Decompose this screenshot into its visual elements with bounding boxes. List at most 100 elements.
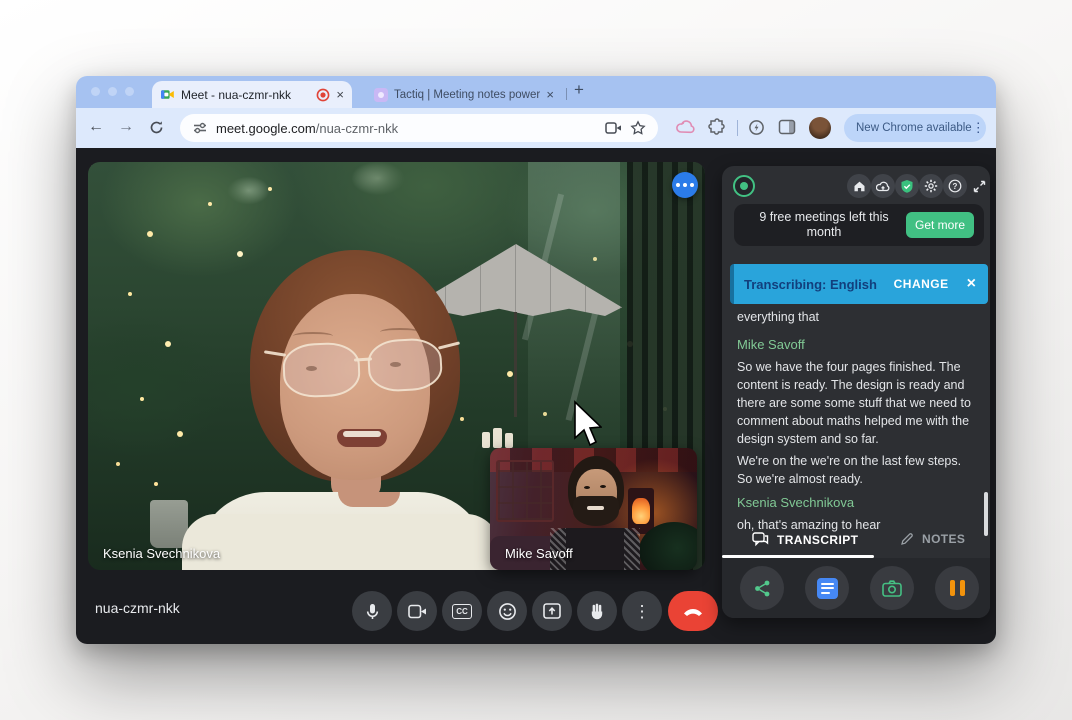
window-close-button[interactable]: [91, 87, 100, 96]
pip-participant-name: Mike Savoff: [505, 546, 573, 561]
transcript-partial-line: everything that: [737, 308, 971, 326]
svg-text:?: ?: [953, 182, 958, 191]
shirt-collar: [338, 492, 400, 507]
get-more-button[interactable]: Get more: [906, 212, 974, 238]
mouse-cursor: [572, 400, 602, 448]
tactiq-logo-icon: [733, 175, 755, 197]
umbrella-pole: [514, 312, 517, 417]
transcript-speaker: Mike Savoff: [737, 336, 971, 354]
tab-tactiq-close-icon[interactable]: ×: [546, 88, 554, 101]
bookmark-star-icon[interactable]: [630, 120, 646, 136]
eye: [584, 486, 590, 489]
glasses-left-lens: [282, 342, 361, 399]
mouth: [337, 429, 387, 447]
extension-cloud-icon[interactable]: [676, 119, 695, 135]
address-bar[interactable]: meet.google.com/nua-czmr-nkk: [180, 114, 658, 142]
extensions-puzzle-icon[interactable]: [708, 118, 726, 136]
mic-button[interactable]: [352, 591, 392, 631]
main-participant-name: Ksenia Svechnikova: [103, 546, 220, 561]
tactiq-panel: ? 9 free meetings left this month Get mo…: [722, 166, 990, 618]
screenshot-button[interactable]: [870, 566, 914, 610]
eyebrow: [380, 328, 420, 336]
desktop: Meet - nua-czmr-nkk × Tactiq | Meeting n…: [0, 0, 1072, 720]
help-button[interactable]: ?: [943, 174, 967, 198]
privacy-shield-button[interactable]: [895, 174, 919, 198]
eye: [600, 485, 606, 488]
more-options-button[interactable]: ⋮: [622, 591, 662, 631]
candle: [482, 432, 490, 448]
meeting-code: nua-czmr-nkk: [95, 600, 180, 616]
transcribing-label: Transcribing: English: [744, 277, 894, 292]
tab-transcript-label: TRANSCRIPT: [777, 533, 858, 547]
transcript-paragraph: We're on the we're on the last few steps…: [737, 452, 971, 488]
recording-indicator-icon: [316, 88, 330, 102]
performance-icon[interactable]: [748, 119, 765, 136]
tab-meet[interactable]: Meet - nua-czmr-nkk ×: [152, 81, 352, 108]
reload-button[interactable]: [148, 119, 165, 136]
glasses-right-lens: [367, 337, 444, 393]
browser-window: Meet - nua-czmr-nkk × Tactiq | Meeting n…: [76, 76, 996, 644]
transcript-chat-icon: [752, 532, 769, 547]
camera-in-use-icon[interactable]: [605, 121, 622, 135]
string-lights: [88, 162, 92, 166]
browser-toolbar: ← → meet.google.com/nua-czmr-nkk: [76, 108, 996, 148]
cloud-upload-button[interactable]: [871, 174, 895, 198]
quota-banner: 9 free meetings left this month Get more: [734, 204, 984, 246]
tab-strip: Meet - nua-czmr-nkk × Tactiq | Meeting n…: [76, 76, 996, 108]
tab-notes-label: NOTES: [922, 532, 965, 546]
export-to-docs-button[interactable]: [805, 566, 849, 610]
tactiq-tab-icon: [374, 88, 388, 102]
meet-page: Ksenia Svechnikova: [76, 148, 996, 644]
new-tab-button[interactable]: +: [574, 80, 584, 100]
side-panel-icon[interactable]: [778, 119, 796, 135]
eye: [306, 366, 317, 371]
banner-close-icon[interactable]: ×: [967, 276, 976, 292]
settings-gear-button[interactable]: [919, 174, 943, 198]
end-call-button[interactable]: [668, 591, 718, 631]
update-chrome-button[interactable]: New Chrome available ⋮: [844, 114, 986, 142]
meet-icon: [160, 87, 175, 102]
tab-meet-close-icon[interactable]: ×: [336, 88, 344, 101]
pip-video-tile[interactable]: Mike Savoff: [490, 448, 697, 570]
chrome-menu-icon[interactable]: ⋮: [972, 120, 985, 136]
tactiq-action-bar: [722, 558, 990, 618]
chat-bubble-button[interactable]: [672, 172, 698, 198]
present-button[interactable]: [532, 591, 572, 631]
tab-notes[interactable]: NOTES: [900, 532, 965, 546]
url-text: meet.google.com/nua-czmr-nkk: [216, 121, 398, 136]
transcript-paragraph: So we have the four pages finished. The …: [737, 358, 971, 448]
camera-button[interactable]: [397, 591, 437, 631]
captions-button[interactable]: CC: [442, 591, 482, 631]
eye: [390, 362, 401, 367]
tab-divider: [566, 88, 567, 100]
candle: [505, 433, 513, 448]
transcribing-banner: Transcribing: English CHANGE ×: [730, 264, 988, 304]
quota-text: 9 free meetings left this month: [748, 210, 900, 240]
window-zoom-button[interactable]: [125, 87, 134, 96]
tab-tactiq[interactable]: Tactiq | Meeting notes power ×: [366, 81, 562, 108]
transcript-scrollbar[interactable]: [984, 492, 988, 536]
reactions-button[interactable]: [487, 591, 527, 631]
tab-transcript[interactable]: TRANSCRIPT: [752, 532, 858, 547]
tab-meet-title: Meet - nua-czmr-nkk: [181, 88, 310, 102]
transcript-speaker: Ksenia Svechnikova: [737, 494, 971, 512]
change-language-button[interactable]: CHANGE: [894, 277, 949, 291]
forward-button[interactable]: →: [118, 118, 134, 136]
pause-transcription-button[interactable]: [935, 566, 979, 610]
tab-tactiq-title: Tactiq | Meeting notes power: [394, 89, 540, 101]
site-settings-icon[interactable]: [192, 120, 208, 136]
home-button[interactable]: [847, 174, 871, 198]
notes-pencil-icon: [900, 532, 914, 546]
window-minimize-button[interactable]: [108, 87, 117, 96]
eyebrow: [293, 332, 333, 340]
toolbar-divider: [737, 120, 738, 136]
share-button[interactable]: [740, 566, 784, 610]
pip-participant-beard: [573, 496, 619, 526]
google-docs-icon: [817, 578, 838, 599]
pip-window: [496, 460, 554, 522]
candle: [493, 428, 502, 448]
back-button[interactable]: ←: [88, 118, 104, 136]
collapse-panel-button[interactable]: [967, 174, 991, 198]
profile-avatar[interactable]: [809, 117, 831, 139]
raise-hand-button[interactable]: [577, 591, 617, 631]
